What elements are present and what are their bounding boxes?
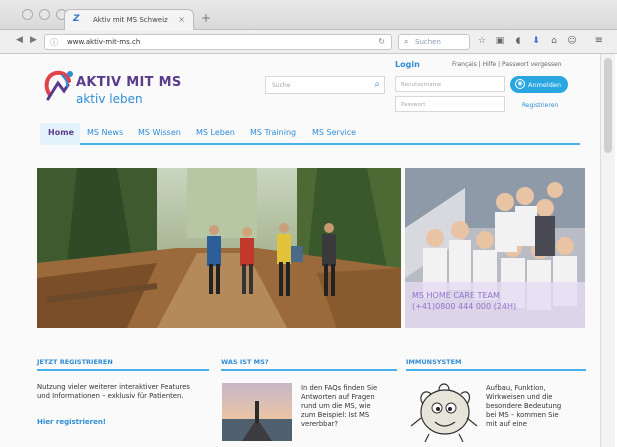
- login-button-label: Anmelden: [528, 81, 561, 89]
- nav-item-ms-service[interactable]: MS Service: [312, 128, 356, 137]
- close-window-button[interactable]: [22, 9, 33, 20]
- site-search-placeholder: Suche: [272, 82, 291, 89]
- care-team-title: MS HOME CARE TEAM: [412, 291, 500, 300]
- whatis-line4: zum Beispiel: Ist MS: [301, 411, 370, 419]
- lighthouse-thumbnail[interactable]: [222, 383, 292, 441]
- register-link[interactable]: Registrieren: [522, 102, 558, 109]
- toolbar-icons: ☆ ▣ ◖ ⬇ ⌂ ☺: [476, 35, 578, 47]
- minimize-window-button[interactable]: [39, 9, 50, 20]
- user-icon: ◉: [515, 79, 525, 89]
- search-icon[interactable]: ⌕: [374, 79, 380, 90]
- browser-search-placeholder: Suchen: [415, 38, 441, 46]
- site-info-icon[interactable]: ⓘ: [50, 37, 58, 48]
- pocket-icon[interactable]: ◖: [512, 35, 524, 47]
- nav-item-ms-wissen[interactable]: MS Wissen: [138, 128, 181, 137]
- browser-search-field[interactable]: ⌕ Suchen: [398, 34, 470, 50]
- site-logo[interactable]: AKTIV MIT MS aktiv leben: [42, 65, 182, 109]
- logo-mark-icon: [44, 70, 73, 101]
- username-placeholder: Benutzername: [401, 82, 442, 88]
- whatis-line2: Antworten auf Fragen: [301, 393, 375, 401]
- scrollbar-thumb[interactable]: [604, 58, 612, 153]
- site-search-input[interactable]: Suche ⌕: [265, 76, 385, 94]
- section-divider: [37, 369, 209, 371]
- section-heading-whatis: WAS IST MS?: [221, 358, 269, 366]
- nav-item-home[interactable]: Home: [48, 128, 74, 137]
- search-icon: ⌕: [404, 37, 409, 46]
- hero-image-hikers[interactable]: [37, 168, 401, 328]
- home-icon[interactable]: ⌂: [548, 35, 560, 47]
- forward-arrow-icon[interactable]: ▶: [30, 35, 37, 45]
- close-tab-icon[interactable]: ×: [178, 15, 185, 24]
- password-placeholder: Passwort: [401, 102, 426, 108]
- hamburger-menu-icon[interactable]: ≡: [595, 35, 603, 46]
- whatis-line3: rund um die MS, wie: [301, 402, 371, 410]
- reading-list-icon[interactable]: ▣: [494, 35, 506, 47]
- login-button[interactable]: ◉ Anmelden: [510, 76, 568, 93]
- address-text: www.aktiv-mit-ms.ch: [67, 38, 141, 46]
- reload-icon[interactable]: ↻: [378, 37, 385, 46]
- nav-item-ms-training[interactable]: MS Training: [250, 128, 296, 137]
- immun-line1: Aufbau, Funktion,: [486, 384, 546, 392]
- immun-line4: bei MS – kommen Sie: [486, 411, 559, 419]
- logo-title: AKTIV MIT MS: [76, 75, 182, 90]
- hikers-forest-image: [37, 168, 401, 328]
- browser-favicon-icon: Z: [73, 14, 80, 24]
- immun-line2: Wirkweisen und die: [486, 393, 553, 401]
- section-divider: [221, 369, 397, 371]
- browser-toolbar: ◀ ▶ ⓘ www.aktiv-mit-ms.ch ↻ ⌕ Suchen ☆ ▣…: [0, 30, 617, 54]
- login-links[interactable]: Français | Hilfe | Passwort vergessen: [452, 61, 561, 68]
- immune-cell-cartoon-icon[interactable]: [409, 382, 479, 442]
- window-controls: [22, 9, 67, 20]
- new-tab-button[interactable]: +: [197, 11, 215, 26]
- download-icon[interactable]: ⬇: [530, 35, 542, 47]
- web-page: AKTIV MIT MS aktiv leben Suche ⌕ Login F…: [0, 54, 600, 447]
- section-divider: [406, 369, 586, 371]
- register-cta-link[interactable]: Hier registrieren!: [37, 418, 106, 426]
- password-field[interactable]: Passwort: [395, 96, 505, 112]
- nav-item-ms-leben[interactable]: MS Leben: [196, 128, 235, 137]
- vertical-scrollbar[interactable]: [600, 54, 615, 447]
- immun-line3: besondere Bedeutung: [486, 402, 562, 410]
- back-arrow-icon[interactable]: ◀: [16, 35, 23, 45]
- section-heading-immunsystem: IMMUNSYSTEM: [406, 358, 462, 366]
- browser-window: Z Aktiv mit MS Schweiz × + ◀ ▶ ⓘ www.akt…: [0, 0, 617, 447]
- sync-icon[interactable]: ☺: [566, 35, 578, 47]
- whatis-line5: vererbbar?: [301, 420, 339, 428]
- register-text-line2: und Informationen – exklusiv für Patient…: [37, 392, 184, 400]
- register-text-line1: Nutzung vieler weiterer interaktiver Fea…: [37, 383, 190, 391]
- browser-titlebar: Z Aktiv mit MS Schweiz × +: [0, 0, 617, 30]
- whatis-line1: In den FAQs finden Sie: [301, 384, 378, 392]
- care-team-ribbon-text[interactable]: MS HOME CARE TEAM (+41)0800 444 000 (24H…: [412, 290, 516, 312]
- nav-item-ms-news[interactable]: MS News: [87, 128, 123, 137]
- logo-subtitle: aktiv leben: [76, 92, 143, 106]
- browser-tab[interactable]: Z Aktiv mit MS Schweiz ×: [64, 9, 194, 30]
- main-navigation: Home MS News MS Wissen MS Leben MS Train…: [40, 123, 580, 145]
- lighthouse-image: [222, 383, 292, 441]
- care-team-phone: (+41)0800 444 000 (24H): [412, 302, 517, 311]
- tab-title: Aktiv mit MS Schweiz: [93, 16, 168, 24]
- immun-line5: mit auf eine: [486, 420, 527, 428]
- address-bar[interactable]: ⓘ www.aktiv-mit-ms.ch ↻: [44, 34, 392, 50]
- username-field[interactable]: Benutzername: [395, 76, 505, 92]
- bookmark-star-icon[interactable]: ☆: [476, 35, 488, 47]
- section-heading-register: JETZT REGISTRIEREN: [37, 358, 113, 366]
- login-title: Login: [395, 60, 420, 69]
